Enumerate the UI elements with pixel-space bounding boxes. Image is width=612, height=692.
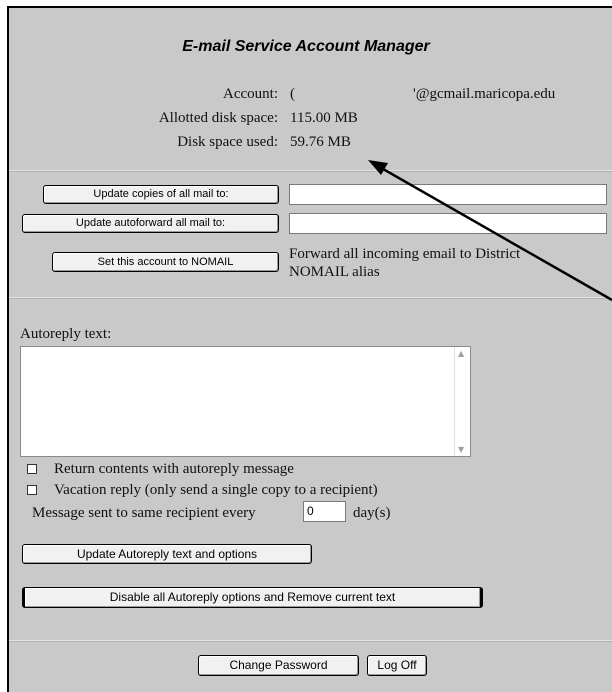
annotation-arrow-icon <box>368 160 612 302</box>
